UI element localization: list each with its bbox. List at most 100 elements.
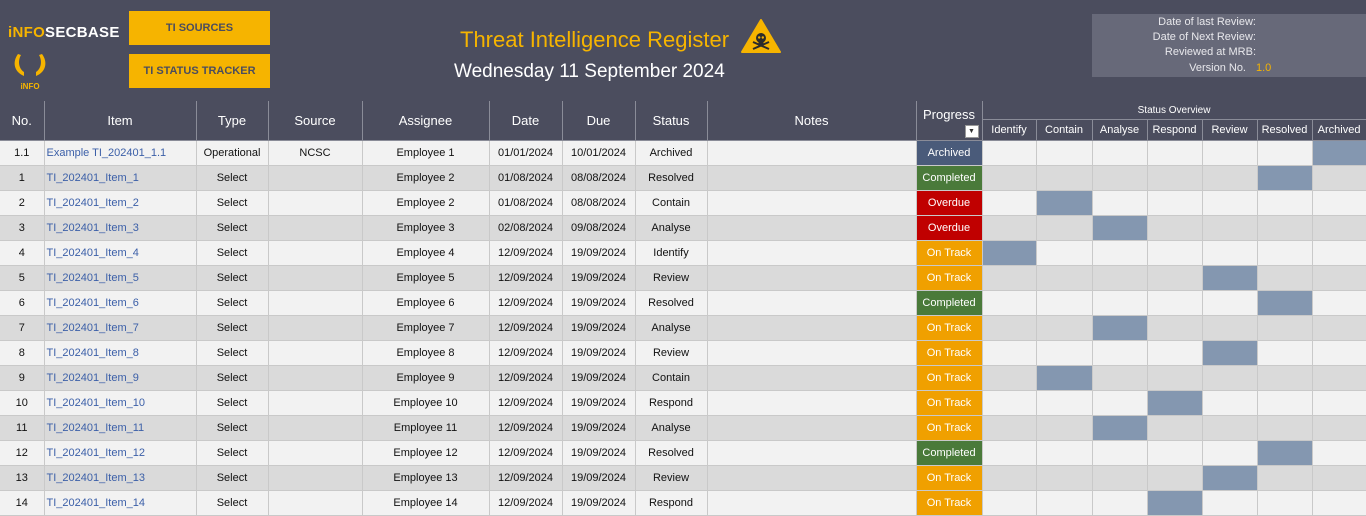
cell-assignee[interactable]: Employee 5 [362, 265, 490, 291]
cell-notes[interactable] [707, 415, 917, 441]
cell-type-select[interactable]: Select [196, 240, 269, 266]
cell-status[interactable]: Analyse [635, 415, 708, 441]
cell-assignee[interactable]: Employee 6 [362, 290, 490, 316]
cell-notes[interactable] [707, 440, 917, 466]
cell-item-link[interactable]: Example TI_202401_1.1 [44, 140, 197, 166]
cell-type-select[interactable]: Select [196, 390, 269, 416]
cell-date[interactable]: 12/09/2024 [489, 440, 563, 466]
cell-notes[interactable] [707, 240, 917, 266]
cell-status[interactable]: Contain [635, 365, 708, 391]
cell-type-select[interactable]: Select [196, 365, 269, 391]
cell-source[interactable]: NCSC [268, 140, 363, 166]
cell-notes[interactable] [707, 290, 917, 316]
cell-source[interactable] [268, 415, 363, 441]
cell-date[interactable]: 01/08/2024 [489, 165, 563, 191]
cell-due[interactable]: 08/08/2024 [562, 165, 636, 191]
cell-status[interactable]: Archived [635, 140, 708, 166]
cell-date[interactable]: 12/09/2024 [489, 315, 563, 341]
cell-item-link[interactable]: TI_202401_Item_11 [44, 415, 197, 441]
cell-notes[interactable] [707, 215, 917, 241]
cell-status[interactable]: Resolved [635, 290, 708, 316]
cell-due[interactable]: 19/09/2024 [562, 390, 636, 416]
cell-type-select[interactable]: Select [196, 465, 269, 491]
cell-source[interactable] [268, 490, 363, 516]
ti-status-tracker-button[interactable]: TI STATUS TRACKER [129, 54, 270, 88]
cell-date[interactable]: 12/09/2024 [489, 490, 563, 516]
cell-source[interactable] [268, 340, 363, 366]
cell-due[interactable]: 19/09/2024 [562, 265, 636, 291]
cell-assignee[interactable]: Employee 10 [362, 390, 490, 416]
cell-status[interactable]: Respond [635, 490, 708, 516]
cell-type-select[interactable]: Select [196, 340, 269, 366]
cell-date[interactable]: 12/09/2024 [489, 265, 563, 291]
cell-notes[interactable] [707, 390, 917, 416]
cell-date[interactable]: 12/09/2024 [489, 290, 563, 316]
cell-assignee[interactable]: Employee 9 [362, 365, 490, 391]
cell-item-link[interactable]: TI_202401_Item_6 [44, 290, 197, 316]
cell-type-select[interactable]: Select [196, 215, 269, 241]
cell-due[interactable]: 19/09/2024 [562, 440, 636, 466]
cell-type-select[interactable]: Select [196, 290, 269, 316]
cell-item-link[interactable]: TI_202401_Item_10 [44, 390, 197, 416]
cell-date[interactable]: 12/09/2024 [489, 340, 563, 366]
cell-type-select[interactable]: Select [196, 265, 269, 291]
cell-source[interactable] [268, 215, 363, 241]
cell-source[interactable] [268, 440, 363, 466]
cell-assignee[interactable]: Employee 3 [362, 215, 490, 241]
cell-due[interactable]: 19/09/2024 [562, 240, 636, 266]
cell-source[interactable] [268, 465, 363, 491]
cell-type-select[interactable]: Select [196, 415, 269, 441]
cell-assignee[interactable]: Employee 4 [362, 240, 490, 266]
cell-notes[interactable] [707, 140, 917, 166]
cell-due[interactable]: 19/09/2024 [562, 490, 636, 516]
cell-notes[interactable] [707, 165, 917, 191]
cell-source[interactable] [268, 365, 363, 391]
cell-due[interactable]: 19/09/2024 [562, 290, 636, 316]
cell-status[interactable]: Analyse [635, 215, 708, 241]
cell-type-select[interactable]: Select [196, 190, 269, 216]
cell-type-select[interactable]: Select [196, 440, 269, 466]
cell-assignee[interactable]: Employee 2 [362, 165, 490, 191]
cell-due[interactable]: 19/09/2024 [562, 365, 636, 391]
cell-due[interactable]: 09/08/2024 [562, 215, 636, 241]
ti-sources-button[interactable]: TI SOURCES [129, 11, 270, 45]
cell-notes[interactable] [707, 190, 917, 216]
cell-notes[interactable] [707, 265, 917, 291]
cell-item-link[interactable]: TI_202401_Item_9 [44, 365, 197, 391]
cell-notes[interactable] [707, 315, 917, 341]
cell-source[interactable] [268, 265, 363, 291]
cell-item-link[interactable]: TI_202401_Item_3 [44, 215, 197, 241]
cell-assignee[interactable]: Employee 7 [362, 315, 490, 341]
cell-notes[interactable] [707, 490, 917, 516]
cell-date[interactable]: 12/09/2024 [489, 240, 563, 266]
cell-date[interactable]: 12/09/2024 [489, 415, 563, 441]
cell-assignee[interactable]: Employee 11 [362, 415, 490, 441]
cell-item-link[interactable]: TI_202401_Item_7 [44, 315, 197, 341]
cell-source[interactable] [268, 315, 363, 341]
cell-date[interactable]: 12/09/2024 [489, 465, 563, 491]
cell-item-link[interactable]: TI_202401_Item_1 [44, 165, 197, 191]
cell-notes[interactable] [707, 365, 917, 391]
cell-item-link[interactable]: TI_202401_Item_12 [44, 440, 197, 466]
cell-item-link[interactable]: TI_202401_Item_2 [44, 190, 197, 216]
cell-assignee[interactable]: Employee 12 [362, 440, 490, 466]
cell-item-link[interactable]: TI_202401_Item_14 [44, 490, 197, 516]
cell-due[interactable]: 10/01/2024 [562, 140, 636, 166]
cell-type-select[interactable]: Select [196, 490, 269, 516]
cell-status[interactable]: Resolved [635, 440, 708, 466]
cell-source[interactable] [268, 165, 363, 191]
cell-date[interactable]: 02/08/2024 [489, 215, 563, 241]
cell-notes[interactable] [707, 465, 917, 491]
cell-assignee[interactable]: Employee 13 [362, 465, 490, 491]
cell-assignee[interactable]: Employee 8 [362, 340, 490, 366]
cell-item-link[interactable]: TI_202401_Item_8 [44, 340, 197, 366]
cell-status[interactable]: Review [635, 465, 708, 491]
cell-due[interactable]: 19/09/2024 [562, 415, 636, 441]
cell-date[interactable]: 01/08/2024 [489, 190, 563, 216]
cell-due[interactable]: 19/09/2024 [562, 465, 636, 491]
cell-item-link[interactable]: TI_202401_Item_13 [44, 465, 197, 491]
cell-type-select[interactable]: Operational [196, 140, 269, 166]
cell-status[interactable]: Respond [635, 390, 708, 416]
cell-source[interactable] [268, 190, 363, 216]
cell-date[interactable]: 01/01/2024 [489, 140, 563, 166]
